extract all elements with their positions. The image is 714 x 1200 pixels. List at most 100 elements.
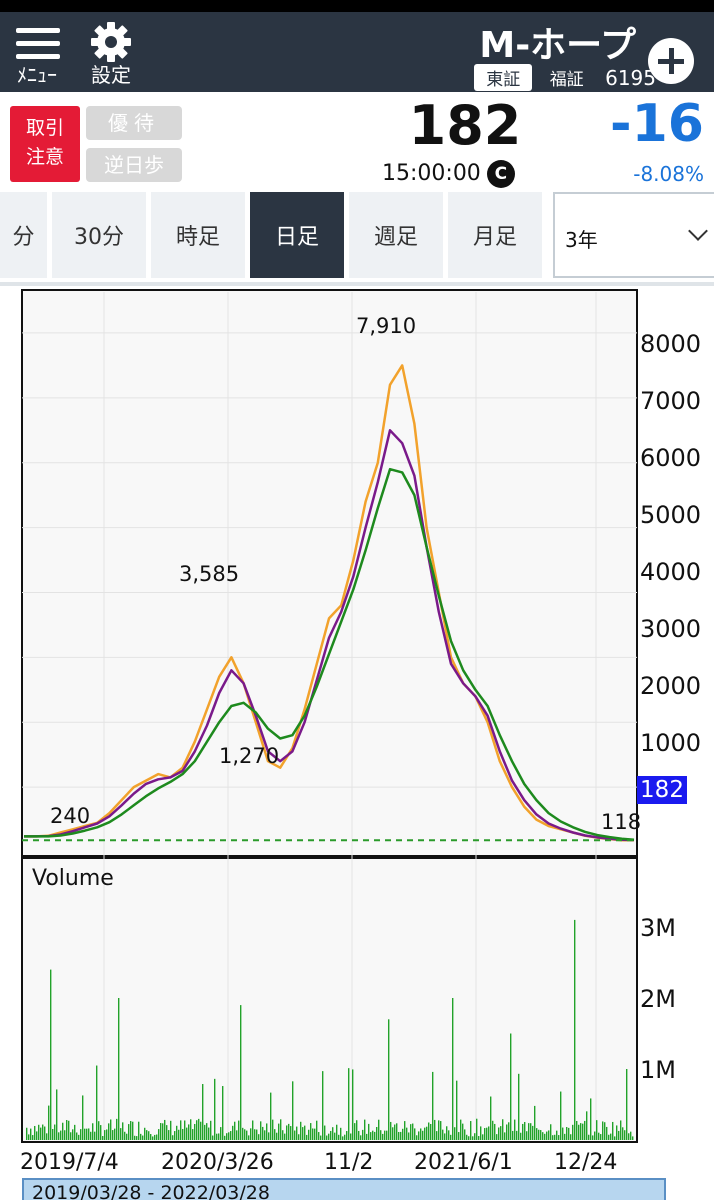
volume-bar	[454, 1127, 456, 1140]
period-select-value: 3年	[565, 228, 598, 252]
volume-bar	[376, 1126, 378, 1140]
volume-bar	[134, 1135, 136, 1140]
volume-bar	[480, 1126, 482, 1140]
volume-bar	[156, 1134, 158, 1140]
volume-bar	[404, 1121, 406, 1140]
volume-bar	[60, 1130, 62, 1140]
volume-bar	[182, 1128, 184, 1140]
volume-bar	[286, 1125, 288, 1140]
volume-bar	[42, 1124, 44, 1140]
volume-bar	[364, 1119, 366, 1140]
volume-bar	[538, 1129, 540, 1140]
volume-bar	[36, 1131, 38, 1140]
volume-bar	[500, 1126, 502, 1140]
volume-bar	[462, 1123, 464, 1140]
volume-bar	[318, 1132, 320, 1140]
tab-monthly[interactable]: 月足	[448, 192, 542, 278]
market-tokyo-tag[interactable]: 東証	[474, 64, 533, 91]
menu-button[interactable]: ﾒﾆｭｰ	[2, 16, 72, 90]
volume-bar	[386, 1130, 388, 1140]
volume-bar	[76, 1132, 78, 1140]
volume-bar	[396, 1123, 398, 1140]
vol-tick-2m: 2M	[640, 985, 676, 1013]
volume-bar	[328, 1133, 330, 1140]
volume-bar	[628, 1133, 630, 1140]
close-badge: C	[486, 160, 515, 188]
volume-bar	[260, 1121, 262, 1140]
range-scrollbar[interactable]: 2019/03/28 - 2022/03/28	[22, 1178, 666, 1200]
tab-hourly[interactable]: 時足	[151, 192, 245, 278]
volume-bar	[64, 1130, 66, 1140]
y-tick-8000: 8000	[640, 330, 702, 358]
tab-daily[interactable]: 日足	[250, 192, 344, 278]
volume-bar	[432, 1071, 434, 1140]
timeframe-tabs: 分 30分 時足 日足 週足 月足 3年	[0, 192, 714, 280]
volume-bar	[338, 1134, 340, 1140]
market-fukuoka-tag[interactable]: 福証	[550, 65, 584, 90]
volume-bar	[258, 1134, 260, 1140]
volume-bar	[504, 1132, 506, 1140]
volume-bar	[390, 1121, 392, 1140]
status-bar	[0, 0, 714, 12]
volume-bar	[252, 1120, 254, 1140]
volume-bar	[26, 1127, 28, 1140]
y-tick-7000: 7000	[640, 387, 702, 415]
volume-bar	[436, 1131, 438, 1140]
volume-bar	[108, 1123, 110, 1140]
volume-bar	[314, 1128, 316, 1140]
volume-bar	[354, 1123, 356, 1140]
volume-bar	[596, 1120, 598, 1140]
tab-30min[interactable]: 30分	[52, 192, 146, 278]
stock-chart[interactable]: 7,910 3,585 1,270 240 118 8000 7000 6000…	[0, 286, 714, 1200]
volume-bar	[32, 1135, 34, 1140]
volume-bar	[424, 1127, 426, 1140]
volume-bar	[50, 969, 52, 1140]
volume-bar	[614, 1136, 616, 1140]
volume-bar	[626, 1069, 628, 1140]
volume-bar	[300, 1121, 302, 1140]
volume-bar	[240, 1005, 242, 1140]
tab-weekly[interactable]: 週足	[349, 192, 443, 278]
volume-bar	[584, 1120, 586, 1140]
volume-bar	[262, 1126, 264, 1140]
volume-bar	[466, 1134, 468, 1140]
y-tick-6000: 6000	[640, 444, 702, 472]
volume-bar	[368, 1123, 370, 1140]
volume-bar	[66, 1120, 68, 1140]
volume-bar	[618, 1130, 620, 1140]
volume-bar	[104, 1130, 106, 1140]
volume-bar	[346, 1131, 348, 1140]
period-select[interactable]: 3年	[553, 192, 714, 278]
volume-bar	[98, 1121, 100, 1140]
volume-bar	[474, 1133, 476, 1140]
volume-bar	[502, 1119, 504, 1140]
volume-bar	[574, 919, 576, 1140]
volume-bar	[602, 1121, 604, 1140]
volume-bar	[192, 1129, 194, 1140]
x-tick-2: 2020/3/26	[161, 1150, 274, 1175]
volume-bar	[488, 1126, 490, 1140]
volume-bar	[316, 1120, 318, 1140]
stock-code: 6195	[605, 65, 656, 90]
volume-bar	[460, 1119, 462, 1140]
tab-minute[interactable]: 分	[0, 192, 47, 278]
volume-bar	[416, 1135, 418, 1140]
volume-bar	[566, 1127, 568, 1140]
volume-bar	[132, 1121, 134, 1140]
volume-bar	[352, 1069, 354, 1140]
settings-button[interactable]: 設定	[76, 16, 146, 90]
volume-bar	[348, 1068, 350, 1140]
volume-bar	[126, 1133, 128, 1140]
annotation-end-low: 118	[601, 810, 642, 834]
volume-bar	[146, 1130, 148, 1140]
volume-bar	[360, 1135, 362, 1140]
add-plus-icon[interactable]	[648, 38, 694, 84]
volume-bar	[320, 1135, 322, 1140]
volume-bar	[570, 1134, 572, 1140]
stock-title: M-ホープ	[479, 25, 636, 66]
volume-bar	[90, 1131, 92, 1140]
volume-bar	[186, 1127, 188, 1140]
volume-bar	[266, 1123, 268, 1140]
volume-bar	[200, 1121, 202, 1140]
volume-bar	[150, 1134, 152, 1140]
